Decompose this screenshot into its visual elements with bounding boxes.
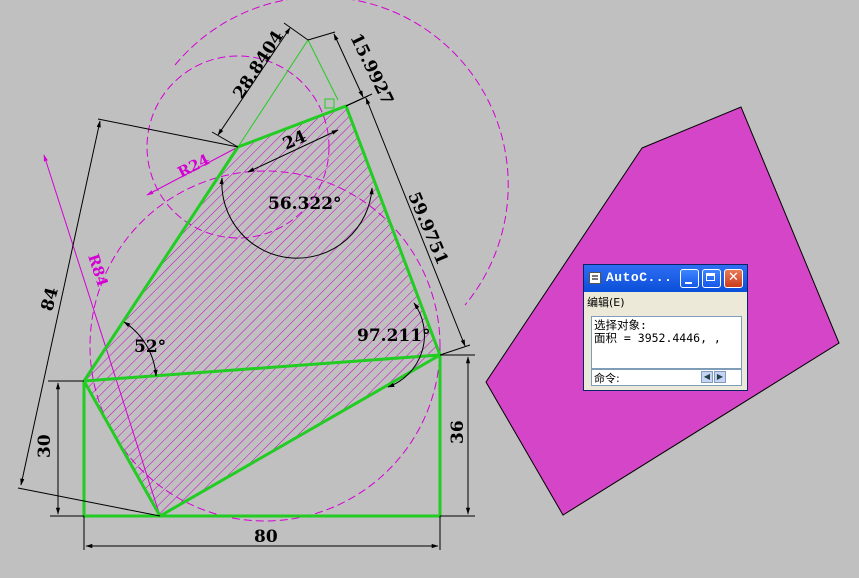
history-line-1: 选择对象: [594, 318, 647, 332]
angle-97-211: 97.211° [357, 326, 431, 346]
dim-36: 36 [448, 420, 468, 444]
radius-r24: R24 [175, 150, 213, 181]
dim-30: 30 [35, 434, 55, 458]
angle-52: 52° [134, 337, 166, 357]
command-history[interactable]: 选择对象: 面积 = 3952.4446, , [591, 316, 742, 369]
angle-56-322: 56.322° [268, 194, 342, 214]
dim-15-9927: 15.9927 [346, 30, 398, 108]
command-line[interactable]: 命令: ◀ ▶ [591, 369, 742, 386]
autocad-text-window[interactable]: AutoC... 编辑(E) 选择对象: 面积 = 3952.4446, , 命… [583, 264, 748, 391]
maximize-button[interactable] [702, 269, 721, 288]
radius-r84: R84 [84, 252, 111, 289]
dim-28-8404: 28.8404 [229, 27, 288, 103]
menu-edit[interactable]: 编辑(E) [587, 294, 625, 310]
window-title: AutoC... [606, 270, 673, 285]
dim-80: 80 [254, 527, 278, 547]
app-icon[interactable] [589, 272, 601, 284]
dim-59-9751: 59.9751 [403, 189, 451, 268]
scroll-right-icon[interactable]: ▶ [714, 371, 726, 383]
minimize-button[interactable] [680, 269, 699, 288]
hatched-region-lower [84, 355, 440, 516]
close-button[interactable] [724, 269, 743, 288]
command-prompt: 命令: [594, 372, 620, 385]
scroll-left-icon[interactable]: ◀ [701, 371, 713, 383]
window-titlebar[interactable]: AutoC... [584, 265, 747, 292]
history-line-2: 面积 = 3952.4446, , [594, 331, 721, 345]
right-angle-mark [324, 98, 335, 109]
